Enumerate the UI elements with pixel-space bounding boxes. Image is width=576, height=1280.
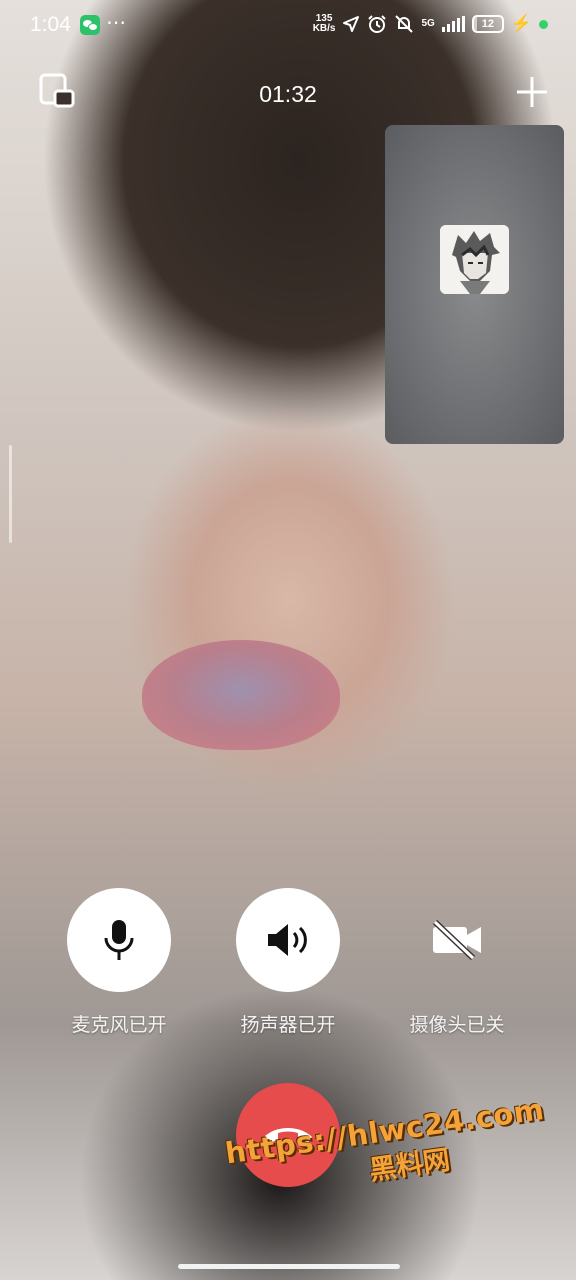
- signal-strength-icon: [441, 16, 465, 32]
- avatar: [440, 225, 509, 294]
- self-video-preview[interactable]: [385, 125, 564, 444]
- camera-off-icon: [432, 919, 481, 961]
- battery-icon: 12: [471, 15, 504, 33]
- speaker-icon: [268, 924, 307, 956]
- call-duration: 01:32: [259, 81, 317, 107]
- speaker-label: 扬声器已开: [240, 1014, 336, 1036]
- status-time: 1:04: [30, 13, 71, 36]
- home-indicator[interactable]: [178, 1264, 400, 1269]
- network-speed-unit: KB/s: [312, 23, 336, 34]
- plus-icon: [517, 77, 547, 107]
- battery-level: 12: [481, 18, 494, 30]
- edge-gesture-handle[interactable]: [9, 445, 12, 543]
- camera-button[interactable]: [405, 888, 509, 992]
- microphone-icon: [104, 920, 134, 960]
- speaker-button[interactable]: [236, 888, 340, 992]
- microphone-control: 麦克风已开: [39, 888, 199, 1037]
- add-participant-button[interactable]: [512, 72, 552, 112]
- microphone-button[interactable]: [67, 888, 171, 992]
- network-type: 5G: [421, 18, 435, 29]
- more-notifications-icon: ⋯: [106, 10, 127, 34]
- remote-video-detail: [142, 640, 340, 750]
- muted-bell-icon: [395, 15, 414, 33]
- camera-label: 摄像头已关: [409, 1014, 505, 1036]
- network-speed: 135 KB/s: [313, 14, 336, 34]
- speaker-control: 扬声器已开: [208, 888, 368, 1037]
- anime-avatar-image: [440, 225, 509, 294]
- status-icons: 135 KB/s 5G 12 ⚡: [313, 14, 548, 34]
- camera-control: 摄像头已关: [377, 888, 537, 1037]
- wechat-notification-icon: [80, 15, 100, 35]
- charging-icon: ⚡: [510, 14, 532, 33]
- alarm-clock-icon: [368, 15, 387, 33]
- privacy-indicator-dot: [539, 19, 548, 29]
- location-arrow-icon: [343, 16, 360, 32]
- microphone-label: 麦克风已开: [71, 1014, 167, 1036]
- status-bar: 1:04 ⋯ 135 KB/s 5G 12 ⚡: [0, 0, 576, 54]
